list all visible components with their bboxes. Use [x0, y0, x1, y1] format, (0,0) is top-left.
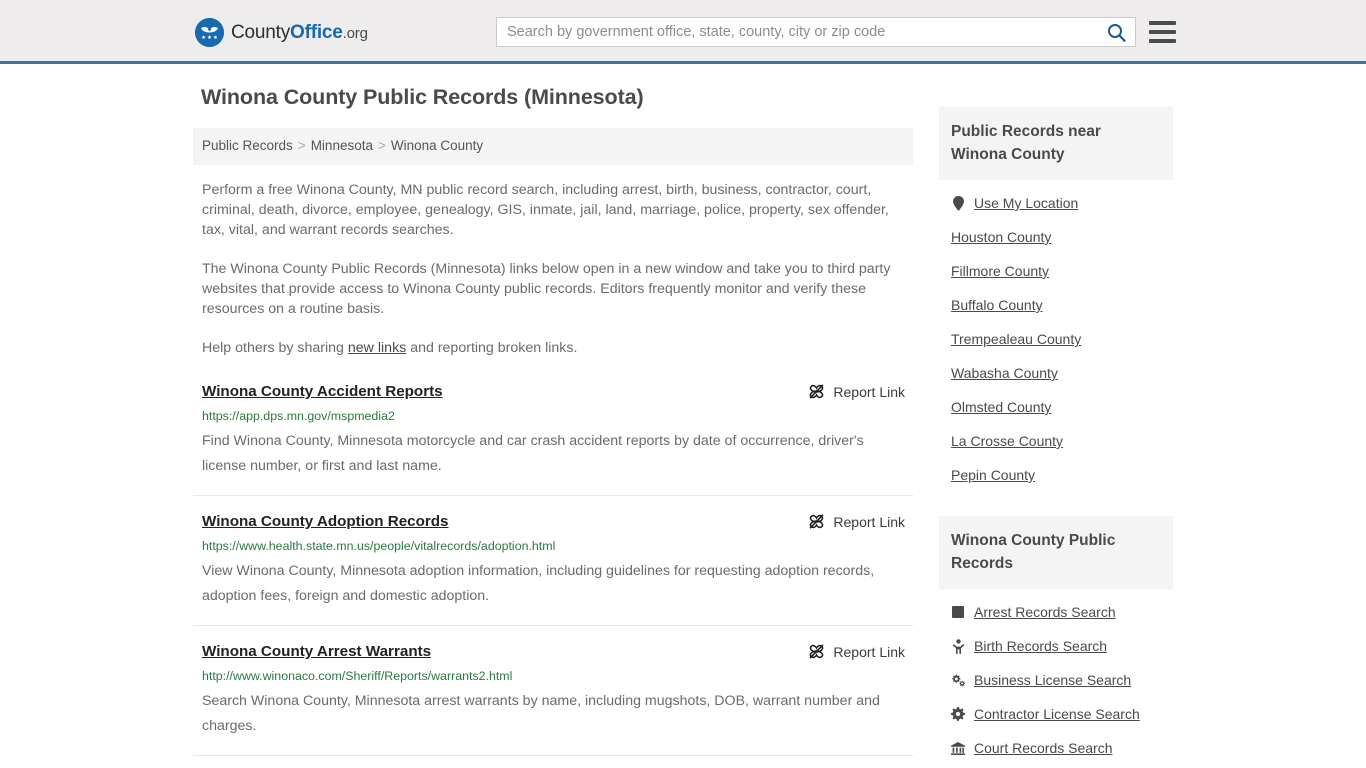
sidebar-item-la-crosse-county[interactable]: La Crosse County: [939, 424, 1173, 458]
report-link-label: Report Link: [833, 643, 905, 660]
sidebar-item-arrest-records-search[interactable]: Arrest Records Search: [939, 595, 1173, 629]
sidebar-item-birth-records-search[interactable]: Birth Records Search: [939, 629, 1173, 663]
sidebar-link-label[interactable]: Pepin County: [951, 466, 1035, 484]
search-input[interactable]: [497, 18, 1097, 46]
sidebar-nearby-box: Public Records near Winona County Use My…: [939, 107, 1173, 492]
eagle-stars-seal-icon: [195, 18, 224, 47]
records-list: Winona County Accident Reports Report Li…: [193, 382, 913, 768]
sidebar-item-court-records-search[interactable]: Court Records Search: [939, 731, 1173, 765]
breadcrumb-separator: >: [297, 138, 306, 153]
record-title-link[interactable]: Winona County Adoption Records: [202, 512, 449, 531]
hamburger-bar: [1149, 29, 1176, 34]
sidebar-item-buffalo-county[interactable]: Buffalo County: [939, 288, 1173, 322]
page-body: Winona County Public Records (Minnesota)…: [0, 64, 1366, 768]
sidebar-link-label[interactable]: Arrest Records Search: [974, 603, 1116, 621]
sidebar-item-business-license-search[interactable]: Business License Search: [939, 663, 1173, 697]
sidebar-item-olmsted-county[interactable]: Olmsted County: [939, 390, 1173, 424]
sidebar-nearby-list: Use My Location Houston County Fillmore …: [939, 180, 1173, 492]
sidebar-item-wabasha-county[interactable]: Wabasha County: [939, 356, 1173, 390]
broken-link-icon: [809, 644, 824, 659]
sidebar-nearby-heading: Public Records near Winona County: [939, 107, 1173, 180]
hamburger-bar: [1149, 38, 1176, 43]
sidebar-link-label[interactable]: Birth Records Search: [974, 637, 1107, 655]
report-link-button[interactable]: Report Link: [808, 383, 905, 400]
intro-paragraph-3: Help others by sharing new links and rep…: [193, 319, 913, 358]
share-text-before: Help others by sharing: [202, 340, 348, 356]
baby-icon: [951, 638, 965, 654]
report-link-label: Report Link: [833, 513, 905, 530]
breadcrumb-item-public-records[interactable]: Public Records: [202, 138, 293, 153]
sidebar-item-pepin-county[interactable]: Pepin County: [939, 458, 1173, 492]
sidebar-link-label[interactable]: Business License Search: [974, 671, 1131, 689]
sidebar-link-label[interactable]: Fillmore County: [951, 262, 1049, 280]
record-title-link[interactable]: Winona County Accident Reports: [202, 382, 443, 401]
sidebar-item-houston-county[interactable]: Houston County: [939, 220, 1173, 254]
gears-icon: [951, 673, 965, 688]
map-pin-icon: [951, 195, 965, 211]
site-logo[interactable]: CountyOffice.org: [195, 18, 368, 47]
search-button[interactable]: [1097, 18, 1135, 46]
sidebar-link-label[interactable]: Olmsted County: [951, 398, 1051, 416]
sidebar-link-label[interactable]: Buffalo County: [951, 296, 1043, 314]
record-description: Search Winona County, Minnesota arrest w…: [202, 693, 880, 734]
intro-paragraph-2: The Winona County Public Records (Minnes…: [202, 261, 891, 317]
sidebar-link-label[interactable]: La Crosse County: [951, 432, 1063, 450]
report-link-button[interactable]: Report Link: [808, 513, 905, 530]
logo-word-office: Office: [290, 21, 343, 43]
broken-link-icon: [809, 384, 824, 399]
sidebar-link-label[interactable]: Contractor License Search: [974, 705, 1140, 723]
breadcrumb-separator: >: [377, 138, 386, 153]
record-description: View Winona County, Minnesota adoption i…: [202, 563, 875, 604]
report-link-label: Report Link: [833, 383, 905, 400]
gear-icon: [951, 707, 965, 722]
sidebar-link-label[interactable]: Trempealeau County: [951, 330, 1081, 348]
page-title: Winona County Public Records (Minnesota): [201, 85, 644, 109]
hamburger-menu-icon[interactable]: [1149, 18, 1176, 45]
intro-paragraph-1: Perform a free Winona County, MN public …: [202, 182, 889, 238]
new-links-link[interactable]: new links: [348, 340, 406, 356]
sidebar-county-records-heading: Winona County Public Records: [939, 516, 1173, 589]
record-url[interactable]: https://www.health.state.mn.us/people/vi…: [202, 538, 905, 554]
main-content: Winona County Public Records (Minnesota)…: [193, 85, 913, 768]
record-item: Winona County Adoption Records Report Li…: [193, 512, 913, 626]
courthouse-icon: [951, 741, 965, 756]
fingerprint-square-icon: [951, 605, 965, 620]
breadcrumb: Public Records > Minnesota > Winona County: [193, 128, 913, 165]
breadcrumb-item-minnesota[interactable]: Minnesota: [311, 138, 373, 153]
sidebar-link-label[interactable]: Use My Location: [974, 194, 1078, 212]
broken-link-icon: [809, 514, 824, 529]
sidebar-link-label[interactable]: Wabasha County: [951, 364, 1058, 382]
sidebar-item-trempealeau-county[interactable]: Trempealeau County: [939, 322, 1173, 356]
sidebar-item-use-my-location[interactable]: Use My Location: [939, 186, 1173, 220]
search-icon: [1107, 23, 1126, 42]
record-description: Find Winona County, Minnesota motorcycle…: [202, 433, 864, 474]
sidebar-item-fillmore-county[interactable]: Fillmore County: [939, 254, 1173, 288]
site-header: CountyOffice.org: [0, 0, 1366, 64]
sidebar-item-contractor-license-search[interactable]: Contractor License Search: [939, 697, 1173, 731]
share-text-after: and reporting broken links.: [406, 340, 578, 356]
logo-word-org: .org: [342, 24, 368, 42]
record-url[interactable]: http://www.winonaco.com/Sheriff/Reports/…: [202, 668, 905, 684]
hamburger-bar: [1149, 20, 1176, 25]
sidebar: Public Records near Winona County Use My…: [939, 85, 1173, 768]
sidebar-county-records-box: Winona County Public Records Arrest Reco…: [939, 516, 1173, 765]
report-link-button[interactable]: Report Link: [808, 643, 905, 660]
sidebar-county-records-list: Arrest Records Search Birth Records Sear…: [939, 589, 1173, 765]
record-url[interactable]: https://app.dps.mn.gov/mspmedia2: [202, 408, 905, 424]
site-logo-text: CountyOffice.org: [231, 22, 368, 44]
breadcrumb-item-winona-county: Winona County: [390, 138, 484, 153]
search-bar[interactable]: [496, 17, 1136, 47]
logo-word-county: County: [231, 21, 291, 43]
sidebar-link-label[interactable]: Houston County: [951, 228, 1051, 246]
record-item: Winona County Accident Reports Report Li…: [193, 382, 913, 496]
sidebar-link-label[interactable]: Court Records Search: [974, 739, 1113, 757]
record-title-link[interactable]: Winona County Arrest Warrants: [202, 642, 431, 661]
record-item: Winona County Arrest Warrants Report Lin…: [193, 642, 913, 756]
